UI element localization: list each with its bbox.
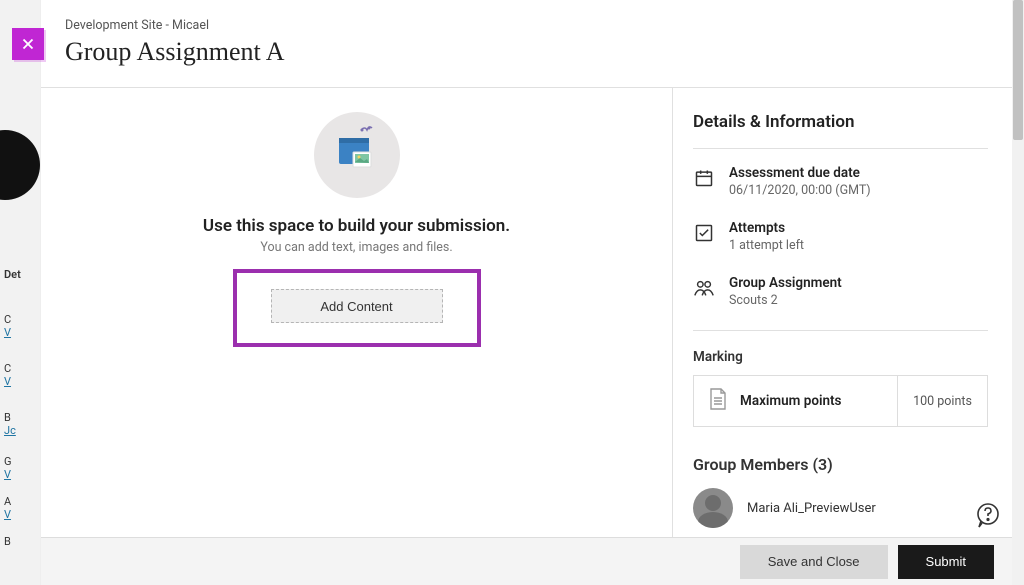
checkbox-icon	[693, 222, 715, 244]
avatar	[693, 488, 733, 528]
attempts-row: Attempts 1 attempt left	[693, 220, 988, 253]
submission-illustration	[314, 112, 400, 198]
marking-title: Marking	[693, 349, 988, 365]
group-assignment-row: Group Assignment Scouts 2	[693, 275, 988, 308]
background-sidebar: Det CV CV BJc GV AV B	[0, 0, 40, 585]
bg-item: CV	[4, 313, 11, 339]
submit-button[interactable]: Submit	[898, 545, 994, 579]
panel-content: Use this space to build your submission.…	[41, 88, 1012, 545]
bg-label-details: Det	[4, 268, 21, 281]
group-members-title: Group Members (3)	[693, 455, 988, 474]
breadcrumb[interactable]: Development Site - Micael	[65, 18, 988, 33]
details-sidebar: Details & Information Assessment due dat…	[672, 88, 1012, 545]
document-icon	[708, 387, 728, 415]
assignment-panel: Development Site - Micael Group Assignme…	[40, 0, 1012, 585]
save-and-close-button[interactable]: Save and Close	[740, 545, 888, 579]
group-assignment-value: Scouts 2	[729, 293, 842, 308]
scrollbar[interactable]	[1012, 0, 1024, 585]
submission-subtext: You can add text, images and files.	[61, 240, 652, 255]
close-icon	[19, 35, 37, 53]
attempts-value: 1 attempt left	[729, 238, 804, 253]
bg-item: CV	[4, 362, 11, 388]
help-button[interactable]	[974, 501, 1002, 529]
group-member-row: Maria Ali_PreviewUser	[693, 488, 988, 528]
max-points-label: Maximum points	[740, 393, 842, 409]
bg-item: BJc	[4, 411, 16, 437]
max-points-value: 100 points	[897, 376, 987, 426]
divider	[693, 330, 988, 331]
scrollbar-thumb[interactable]	[1013, 0, 1023, 140]
panel-footer: Save and Close Submit	[41, 537, 1012, 585]
member-name: Maria Ali_PreviewUser	[747, 501, 876, 516]
due-date-value: 06/11/2020, 00:00 (GMT)	[729, 183, 871, 198]
due-date-label: Assessment due date	[729, 165, 871, 181]
page-title: Group Assignment A	[65, 37, 988, 67]
marking-box: Maximum points 100 points	[693, 375, 988, 427]
bg-item: GV	[4, 455, 12, 481]
details-title: Details & Information	[693, 112, 988, 132]
bg-avatar	[0, 130, 40, 200]
panel-header: Development Site - Micael Group Assignme…	[41, 0, 1012, 88]
add-content-button[interactable]: Add Content	[271, 289, 443, 323]
submission-area: Use this space to build your submission.…	[41, 88, 672, 545]
group-icon	[693, 277, 715, 299]
bg-item: AV	[4, 495, 11, 521]
due-date-row: Assessment due date 06/11/2020, 00:00 (G…	[693, 165, 988, 198]
submission-heading: Use this space to build your submission.	[61, 216, 652, 236]
calendar-icon	[693, 167, 715, 189]
media-icon	[329, 122, 385, 188]
attempts-label: Attempts	[729, 220, 804, 236]
bg-item: B	[4, 535, 11, 548]
divider	[693, 148, 988, 149]
close-button[interactable]	[12, 28, 44, 60]
group-assignment-label: Group Assignment	[729, 275, 842, 291]
add-content-highlight: Add Content	[233, 269, 481, 347]
